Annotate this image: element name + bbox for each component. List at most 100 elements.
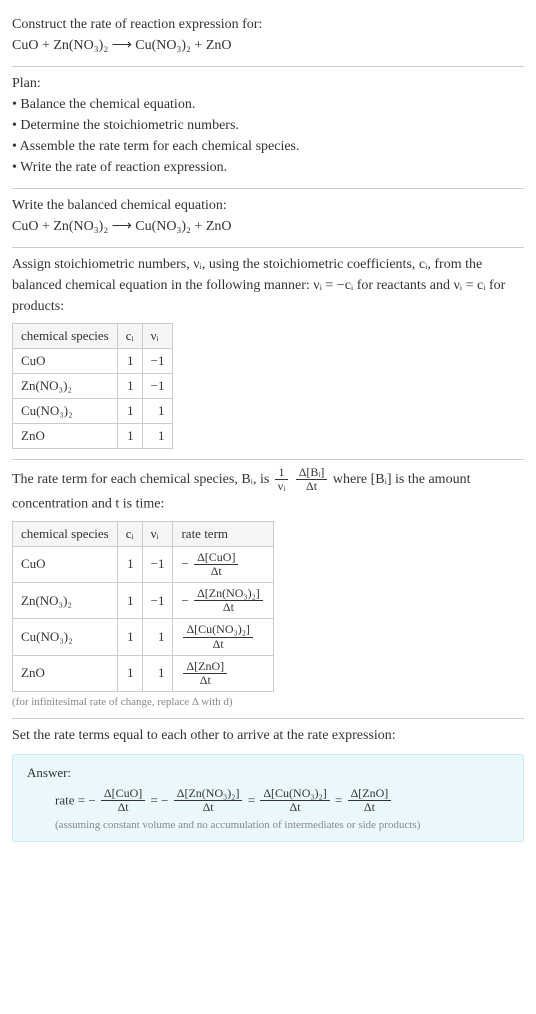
- answer-frac-4: Δ[ZnO] Δt: [348, 787, 392, 814]
- col-vi: νᵢ: [142, 324, 173, 349]
- col-ci: cᵢ: [117, 324, 142, 349]
- balanced-title: Write the balanced chemical equation:: [12, 195, 524, 216]
- col-vi: νᵢ: [142, 521, 173, 546]
- rate-lead: rate =: [55, 793, 88, 808]
- frac-num: Δ[Zn(NO₃)₂]: [194, 587, 263, 600]
- cell-rate-term: − Δ[CuO] Δt: [173, 546, 273, 582]
- rate-fraction: Δ[Zn(NO₃)₂] Δt: [194, 587, 263, 614]
- plan-block: Plan: • Balance the chemical equation. •…: [12, 67, 524, 188]
- cell-vi: −1: [142, 374, 173, 399]
- rate-fraction: Δ[ZnO] Δt: [183, 660, 227, 687]
- table-row: ZnO 1 1 Δ[ZnO] Δt: [13, 655, 274, 691]
- frac-den: Δt: [101, 800, 145, 814]
- stoich-block: Assign stoichiometric numbers, νᵢ, using…: [12, 248, 524, 459]
- plan-title: Plan:: [12, 73, 524, 94]
- frac-num: Δ[CuO]: [101, 787, 145, 800]
- frac-den: Δt: [194, 600, 263, 614]
- answer-box: Answer: rate = − Δ[CuO] Δt = − Δ[Zn(NO₃)…: [12, 754, 524, 841]
- plan-bullet: • Balance the chemical equation.: [12, 94, 524, 115]
- table-header-row: chemical species cᵢ νᵢ: [13, 324, 173, 349]
- cell-species: ZnO: [13, 424, 118, 449]
- equals-sign: =: [335, 793, 346, 808]
- table-row: Cu(NO₃)₂ 1 1: [13, 399, 173, 424]
- cell-ci: 1: [117, 349, 142, 374]
- cell-vi: 1: [142, 424, 173, 449]
- stoich-table: chemical species cᵢ νᵢ CuO 1 −1 Zn(NO₃)₂…: [12, 323, 173, 449]
- answer-frac-1: Δ[CuO] Δt: [101, 787, 145, 814]
- equals-sign: =: [248, 793, 259, 808]
- frac-num: Δ[Zn(NO₃)₂]: [174, 787, 243, 800]
- cell-species: Zn(NO₃)₂: [13, 374, 118, 399]
- table-row: Cu(NO₃)₂ 1 1 Δ[Cu(NO₃)₂] Δt: [13, 619, 274, 655]
- stoich-intro: Assign stoichiometric numbers, νᵢ, using…: [12, 254, 524, 317]
- frac-num: Δ[Cu(NO₃)₂]: [183, 623, 252, 636]
- balanced-equation: CuO + Zn(NO₃)₂ ⟶ Cu(NO₃)₂ + ZnO: [12, 216, 524, 237]
- answer-assumption: (assuming constant volume and no accumul…: [27, 819, 509, 831]
- frac-num: Δ[Bᵢ]: [296, 466, 328, 479]
- plan-bullet: • Determine the stoichiometric numbers.: [12, 115, 524, 136]
- cell-ci: 1: [117, 374, 142, 399]
- cell-ci: 1: [117, 546, 142, 582]
- cell-species: Cu(NO₃)₂: [13, 399, 118, 424]
- cell-vi: −1: [142, 583, 173, 619]
- prompt-header: Construct the rate of reaction expressio…: [12, 8, 524, 66]
- table-row: CuO 1 −1 − Δ[CuO] Δt: [13, 546, 274, 582]
- frac-num: Δ[ZnO]: [348, 787, 392, 800]
- table-row: CuO 1 −1: [13, 349, 173, 374]
- table-header-row: chemical species cᵢ νᵢ rate term: [13, 521, 274, 546]
- frac-num: Δ[CuO]: [194, 551, 238, 564]
- cell-ci: 1: [117, 619, 142, 655]
- frac-num: 1: [275, 466, 288, 479]
- frac-den: νᵢ: [275, 479, 288, 493]
- frac-den: Δt: [260, 800, 329, 814]
- fraction-dB-dt: Δ[Bᵢ] Δt: [296, 466, 328, 493]
- answer-frac-2: Δ[Zn(NO₃)₂] Δt: [174, 787, 243, 814]
- cell-ci: 1: [117, 583, 142, 619]
- frac-den: Δt: [183, 673, 227, 687]
- answer-expression: rate = − Δ[CuO] Δt = − Δ[Zn(NO₃)₂] Δt = …: [27, 787, 509, 814]
- cell-ci: 1: [117, 655, 142, 691]
- rate-fraction: Δ[Cu(NO₃)₂] Δt: [183, 623, 252, 650]
- cell-species: CuO: [13, 546, 118, 582]
- rate-block: The rate term for each chemical species,…: [12, 460, 524, 718]
- cell-species: Cu(NO₃)₂: [13, 619, 118, 655]
- final-title: Set the rate terms equal to each other t…: [12, 725, 524, 746]
- cell-species: Zn(NO₃)₂: [13, 583, 118, 619]
- plan-bullet: • Write the rate of reaction expression.: [12, 157, 524, 178]
- frac-den: Δt: [296, 479, 328, 493]
- cell-ci: 1: [117, 424, 142, 449]
- rate-intro-pre: The rate term for each chemical species,…: [12, 472, 273, 487]
- cell-vi: −1: [142, 546, 173, 582]
- frac-den: Δt: [174, 800, 243, 814]
- rate-intro: The rate term for each chemical species,…: [12, 466, 524, 515]
- cell-vi: 1: [142, 619, 173, 655]
- fraction-one-over-nu: 1 νᵢ: [275, 466, 288, 493]
- rate-table-note: (for infinitesimal rate of change, repla…: [12, 696, 524, 708]
- rate-fraction: Δ[CuO] Δt: [194, 551, 238, 578]
- minus-sign: −: [88, 793, 99, 808]
- frac-den: Δt: [194, 564, 238, 578]
- frac-num: Δ[ZnO]: [183, 660, 227, 673]
- frac-num: Δ[Cu(NO₃)₂]: [260, 787, 329, 800]
- col-species: chemical species: [13, 324, 118, 349]
- col-ci: cᵢ: [117, 521, 142, 546]
- equals-sign: =: [151, 793, 162, 808]
- cell-species: ZnO: [13, 655, 118, 691]
- cell-ci: 1: [117, 399, 142, 424]
- col-species: chemical species: [13, 521, 118, 546]
- cell-rate-term: − Δ[Zn(NO₃)₂] Δt: [173, 583, 273, 619]
- prompt-equation: CuO + Zn(NO₃)₂ ⟶ Cu(NO₃)₂ + ZnO: [12, 35, 524, 56]
- frac-den: Δt: [183, 637, 252, 651]
- minus-sign: −: [181, 593, 192, 608]
- frac-den: Δt: [348, 800, 392, 814]
- answer-frac-3: Δ[Cu(NO₃)₂] Δt: [260, 787, 329, 814]
- minus-sign: −: [181, 556, 192, 571]
- cell-rate-term: Δ[Cu(NO₃)₂] Δt: [173, 619, 273, 655]
- balanced-block: Write the balanced chemical equation: Cu…: [12, 189, 524, 247]
- rate-table: chemical species cᵢ νᵢ rate term CuO 1 −…: [12, 521, 274, 693]
- cell-species: CuO: [13, 349, 118, 374]
- table-row: Zn(NO₃)₂ 1 −1: [13, 374, 173, 399]
- col-term: rate term: [173, 521, 273, 546]
- cell-rate-term: Δ[ZnO] Δt: [173, 655, 273, 691]
- table-row: ZnO 1 1: [13, 424, 173, 449]
